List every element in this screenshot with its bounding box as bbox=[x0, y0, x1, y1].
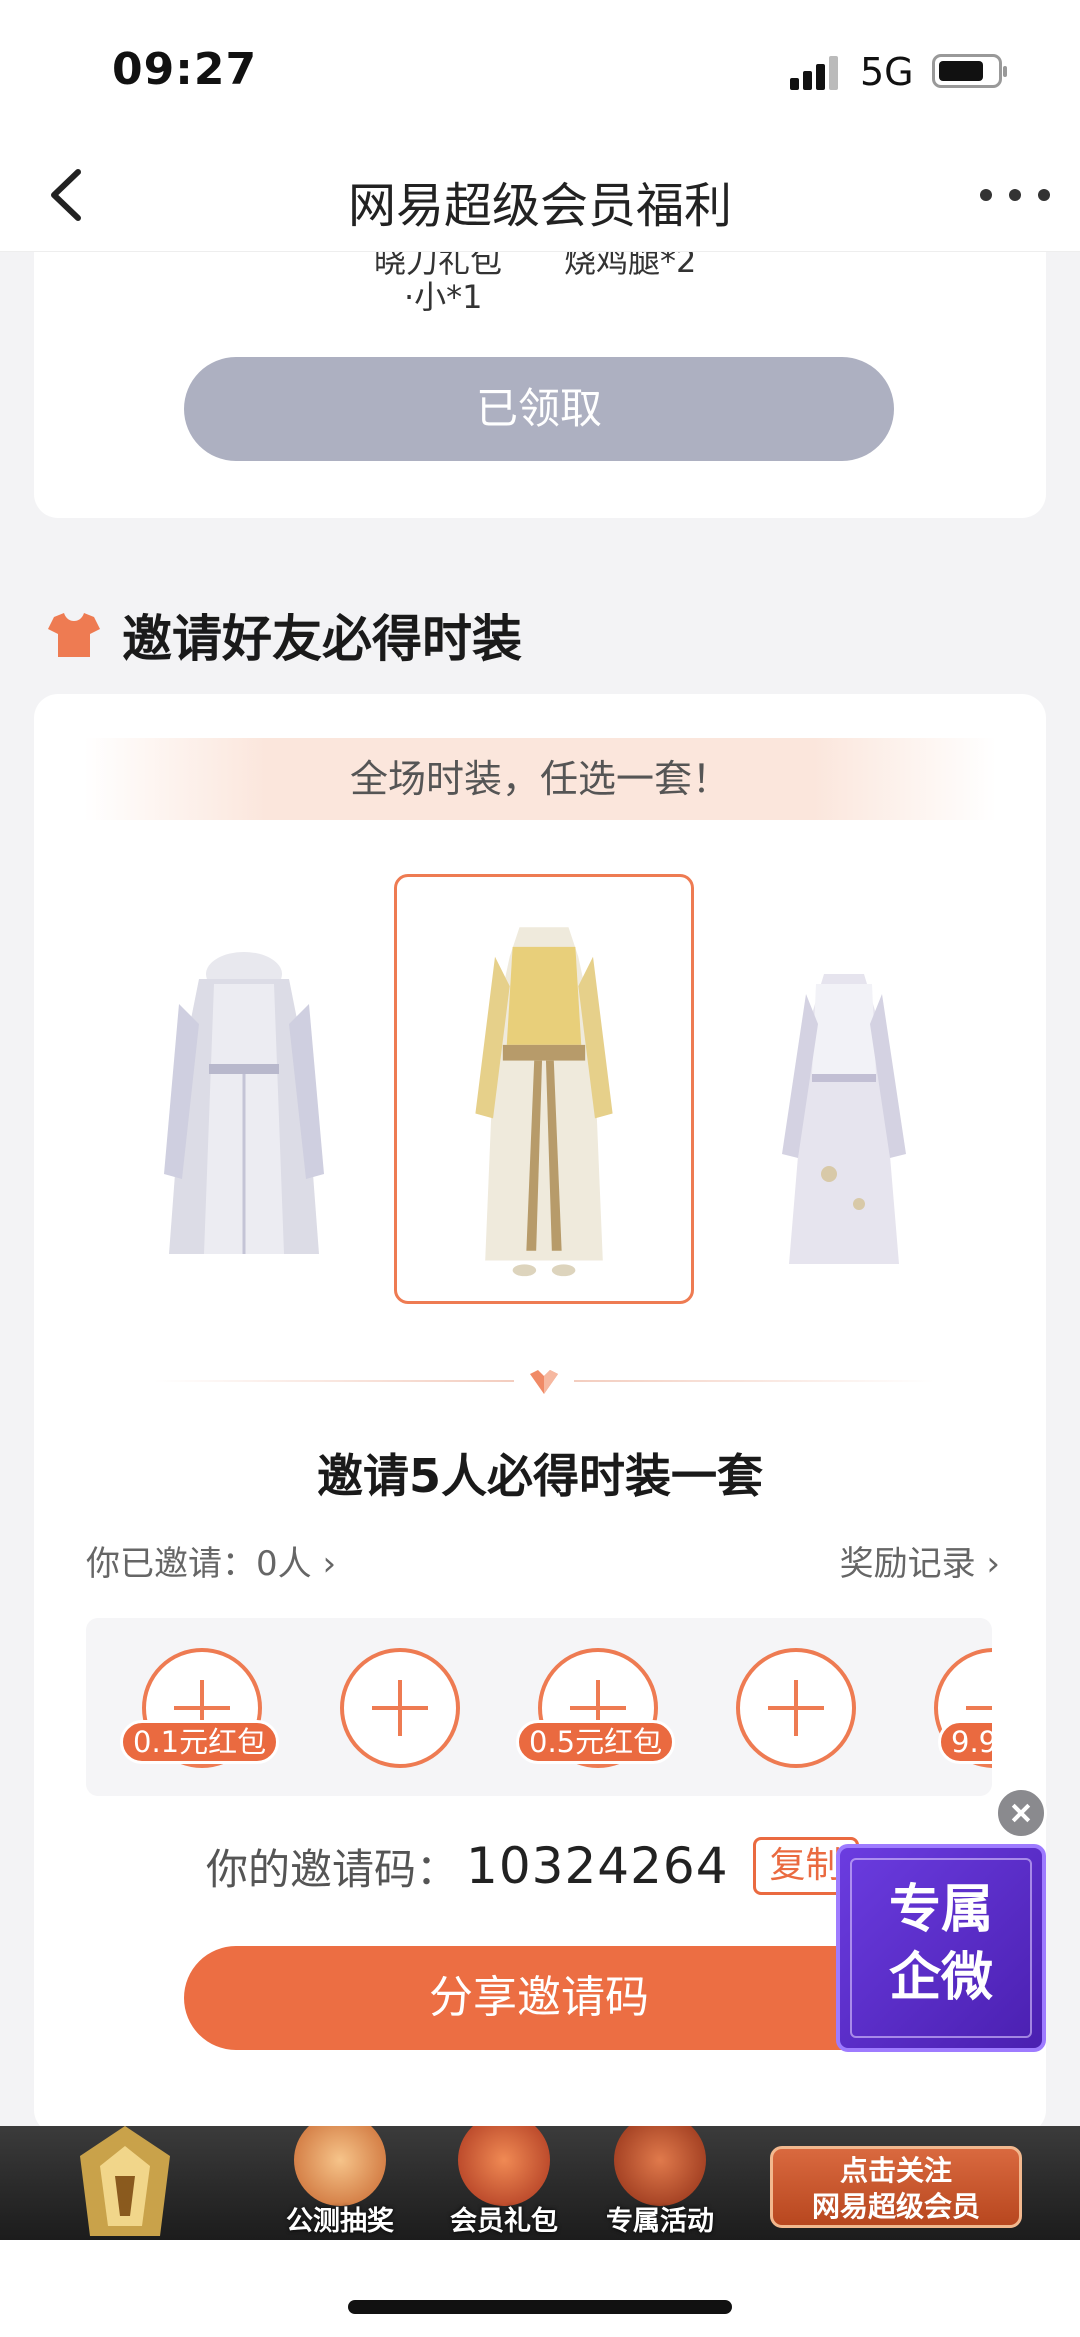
game-logo-icon bbox=[80, 2126, 170, 2236]
heart-gem-icon bbox=[530, 1370, 558, 1394]
section-title: 邀请好友必得时装 bbox=[122, 610, 522, 668]
slot-reward-badge: 0.1元红包 bbox=[120, 1720, 280, 1764]
exclusive-activity-label: 专属活动 bbox=[606, 2206, 714, 2237]
slot-reward-badge: 0.5元红包 bbox=[516, 1720, 676, 1764]
invited-count-label: 你已邀请：0人 bbox=[86, 1544, 312, 1584]
outfit-option-3[interactable] bbox=[694, 874, 994, 1304]
invite-code-label: 你的邀请码： bbox=[206, 1844, 459, 1894]
home-indicator-area bbox=[0, 2240, 1080, 2337]
share-invite-code-button[interactable]: 分享邀请码 bbox=[184, 1946, 894, 2050]
invited-count-link[interactable]: 你已邀请：0人 › bbox=[86, 1536, 336, 1585]
battery-icon bbox=[932, 54, 1007, 88]
signal-icon bbox=[790, 56, 838, 90]
invite-code-value: 10324264 bbox=[466, 1837, 729, 1895]
member-gift-label: 会员礼包 bbox=[450, 2206, 558, 2237]
tshirt-icon bbox=[48, 613, 100, 657]
wecom-float-widget[interactable]: 专属 企微 bbox=[836, 1844, 1046, 2052]
gift-box-icon bbox=[458, 2126, 550, 2206]
gift-item-label: ·小*1 bbox=[404, 278, 483, 316]
chevron-right-icon: › bbox=[986, 1544, 1000, 1584]
more-icon[interactable] bbox=[980, 170, 1050, 220]
widget-label-line2: 企微 bbox=[888, 1947, 993, 2008]
follow-line1: 点击关注 bbox=[839, 2154, 952, 2187]
lottery-label: 公测抽奖 bbox=[286, 2206, 394, 2237]
exclusive-activity-entry[interactable]: 专属活动 bbox=[590, 2126, 730, 2240]
network-label: 5G bbox=[860, 50, 914, 94]
slot-reward-badge: 9.9元 bbox=[938, 1720, 992, 1764]
outfit-option-2-selected[interactable] bbox=[394, 874, 694, 1304]
lottery-entry[interactable]: 公测抽奖 bbox=[270, 2126, 410, 2240]
status-bar: 09:27 5G bbox=[0, 0, 1080, 140]
close-icon[interactable] bbox=[995, 1787, 1047, 1839]
follow-button[interactable]: 点击关注 网易超级会员 bbox=[770, 2146, 1022, 2228]
home-indicator[interactable] bbox=[348, 2300, 732, 2314]
reward-record-label: 奖励记录 bbox=[839, 1544, 976, 1584]
bottom-promo-bar: 公测抽奖 会员礼包 专属活动 点击关注 网易超级会员 bbox=[0, 2126, 1080, 2240]
invite-slot-2[interactable] bbox=[340, 1648, 460, 1768]
outfit-option-1[interactable] bbox=[94, 874, 394, 1304]
gift-card: 晓刀礼包 烧鸡腿*2 ·小*1 已领取 bbox=[34, 252, 1046, 518]
chevron-right-icon: › bbox=[322, 1544, 337, 1584]
gift-item-label: 烧鸡腿*2 bbox=[564, 252, 697, 280]
invite-slots: 0.1元红包 0.5元红包 9.9元 bbox=[86, 1618, 992, 1796]
invite-code-row: 你的邀请码： 10324264 复制 bbox=[206, 1830, 859, 1902]
promo-banner: 全场时装，任选一套！ bbox=[84, 738, 996, 820]
status-time: 09:27 bbox=[112, 44, 258, 95]
outfit-image bbox=[475, 927, 613, 1277]
navbar: 网易超级会员福利 bbox=[0, 140, 1080, 252]
invite-headline: 邀请5人必得时装一套 bbox=[316, 1449, 763, 1503]
follow-line2: 网易超级会员 bbox=[811, 2190, 980, 2223]
activity-icon bbox=[614, 2126, 706, 2206]
page-title: 网易超级会员福利 bbox=[347, 178, 732, 234]
wheel-icon bbox=[294, 2126, 386, 2206]
widget-label-line1: 专属 bbox=[888, 1879, 993, 1940]
reward-record-link[interactable]: 奖励记录 › bbox=[840, 1536, 1000, 1585]
invite-slot-4[interactable] bbox=[736, 1648, 856, 1768]
outfit-image bbox=[164, 952, 324, 1254]
claimed-button[interactable]: 已领取 bbox=[184, 357, 894, 461]
section-header: 邀请好友必得时装 bbox=[46, 600, 522, 670]
divider bbox=[154, 1366, 934, 1396]
member-gift-entry[interactable]: 会员礼包 bbox=[434, 2126, 574, 2240]
outfit-image bbox=[782, 974, 906, 1264]
